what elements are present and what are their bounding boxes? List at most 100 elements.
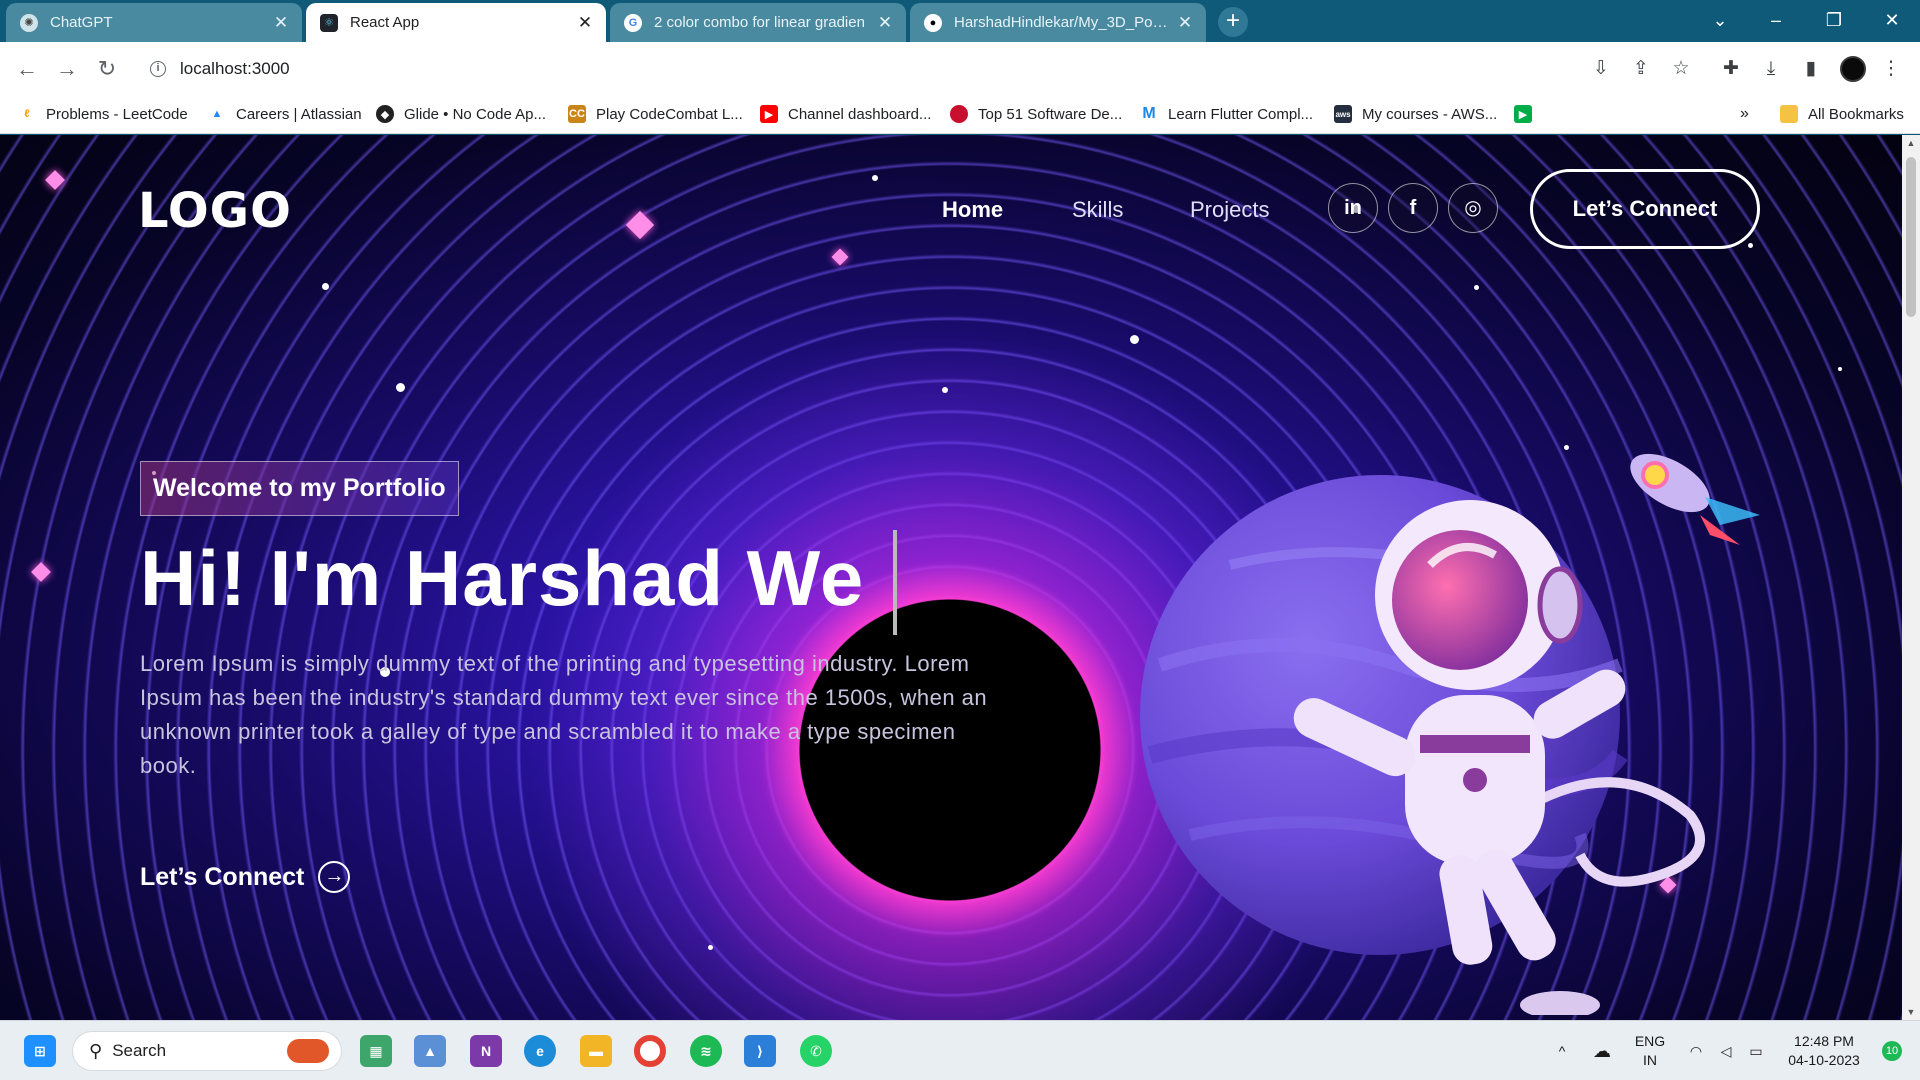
new-tab-button[interactable]: + (1218, 7, 1248, 37)
widgets-icon[interactable]: ▦ (360, 1035, 392, 1067)
whatsapp-icon[interactable]: ✆ (800, 1035, 832, 1067)
bookmark-youtube[interactable]: ▶ Channel dashboard... (760, 105, 931, 123)
tray-overflow-icon[interactable]: ^ (1550, 1021, 1574, 1080)
atlassian-icon: ▲ (208, 105, 226, 123)
site-info-icon[interactable]: i (150, 61, 166, 77)
sparkle-decoration (625, 210, 655, 240)
edge-icon[interactable]: e (524, 1035, 556, 1067)
scroll-down-icon[interactable]: ▼ (1906, 1007, 1916, 1017)
tab-search-icon[interactable]: ⌄ (1692, 0, 1748, 42)
red-circle-icon (950, 105, 968, 123)
time-text: 12:48 PM (1794, 1033, 1854, 1049)
bookmark-software[interactable]: Top 51 Software De... (950, 105, 1122, 123)
restore-button[interactable]: ❐ (1806, 0, 1862, 42)
share-icon[interactable]: ⇪ (1626, 54, 1656, 84)
scrollbar-thumb[interactable] (1906, 157, 1916, 317)
nav-skills[interactable]: Skills (1072, 197, 1123, 223)
bookmark-label: Learn Flutter Compl... (1168, 105, 1314, 123)
all-bookmarks-folder[interactable]: All Bookmarks (1780, 105, 1904, 123)
vscode-icon[interactable]: ⟩ (744, 1035, 776, 1067)
site-logo[interactable]: LOGO (138, 183, 292, 239)
bookmark-flutter[interactable]: M Learn Flutter Compl... (1140, 105, 1313, 123)
taskbar-search[interactable]: ⚲ Search (72, 1031, 342, 1071)
address-bar[interactable]: i localhost:3000 (136, 50, 1586, 88)
side-panel-icon[interactable]: ▮ (1796, 54, 1826, 84)
linkedin-icon[interactable]: in (1328, 183, 1378, 233)
file-explorer-icon[interactable]: ▬ (580, 1035, 612, 1067)
sparkle-decoration (831, 248, 849, 266)
github-icon: ● (924, 13, 942, 32)
volume-icon[interactable]: ◁ (1714, 1021, 1738, 1080)
bookmark-aws[interactable]: aws My courses - AWS... (1334, 105, 1497, 123)
bookmark-label: Glide • No Code Ap... (404, 105, 546, 123)
windows-start-icon[interactable]: ⊞ (24, 1035, 56, 1067)
language-indicator[interactable]: ENG IN (1630, 1021, 1670, 1080)
onedrive-icon[interactable]: ☁ (1588, 1021, 1616, 1080)
battery-icon[interactable]: ▭ (1744, 1021, 1768, 1080)
notification-badge: 10 (1882, 1041, 1902, 1061)
scroll-up-icon[interactable]: ▲ (1906, 138, 1916, 148)
close-tab-icon[interactable]: ✕ (1176, 13, 1194, 33)
sparkle-decoration (31, 562, 51, 582)
close-tab-icon[interactable]: ✕ (576, 13, 594, 33)
profile-avatar[interactable] (1840, 56, 1866, 82)
leetcode-icon: ℓ (18, 105, 36, 123)
star-dot (1130, 335, 1139, 344)
bookmark-atlassian[interactable]: ▲ Careers | Atlassian (208, 105, 362, 123)
extensions-icon[interactable]: ✚ (1716, 54, 1746, 84)
close-window-button[interactable]: ✕ (1864, 0, 1920, 42)
tab-github[interactable]: ● HarshadHindlekar/My_3D_Portfo ✕ (910, 3, 1206, 42)
lets-connect-link[interactable]: Let’s Connect → (140, 861, 351, 893)
nav-home[interactable]: Home (942, 197, 1003, 223)
windows-taskbar: ⊞ ⚲ Search ▦ ▲ N e ▬ ≋ ⟩ ✆ ^ ☁ ENG IN ◠ … (0, 1020, 1920, 1080)
notification-center[interactable]: 10 (1872, 1021, 1912, 1080)
bookmark-codecombat[interactable]: CC Play CodeCombat L... (568, 105, 743, 123)
bookmark-meet[interactable]: ▶ (1514, 105, 1542, 123)
bookmark-leetcode[interactable]: ℓ Problems - LeetCode (18, 105, 188, 123)
downloads-icon[interactable]: ⤓ (1756, 54, 1786, 84)
reload-button[interactable]: ↻ (92, 54, 122, 84)
chrome-icon[interactable] (634, 1035, 666, 1067)
facebook-icon[interactable]: f (1388, 183, 1438, 233)
bookmark-star-icon[interactable]: ☆ (1666, 54, 1696, 84)
youtube-icon: ▶ (760, 105, 778, 123)
language-code: ENG (1634, 1033, 1666, 1049)
star-dot (1748, 243, 1753, 248)
react-icon: ⚛ (320, 13, 338, 32)
hero-description: Lorem Ipsum is simply dummy text of the … (140, 651, 988, 778)
lets-connect-button[interactable]: Let’s Connect (1530, 169, 1760, 249)
tab-chatgpt[interactable]: ✺ ChatGPT ✕ (6, 3, 302, 42)
instagram-icon[interactable]: ◎ (1448, 183, 1498, 233)
more-bookmarks-button[interactable]: » (1740, 105, 1749, 123)
region-code: IN (1643, 1052, 1657, 1068)
close-tab-icon[interactable]: ✕ (876, 13, 894, 33)
close-tab-icon[interactable]: ✕ (272, 13, 290, 33)
nav-projects[interactable]: Projects (1190, 197, 1269, 223)
search-label: Search (112, 1041, 167, 1060)
bookmark-glide[interactable]: ◆ Glide • No Code Ap... (376, 105, 546, 123)
tab-google-search[interactable]: G 2 color combo for linear gradien ✕ (610, 3, 906, 42)
bookmark-label: All Bookmarks (1808, 105, 1904, 123)
url-text: localhost:3000 (180, 59, 290, 78)
minimize-button[interactable]: – (1748, 0, 1804, 42)
codecombat-icon: CC (568, 105, 586, 123)
star-dot (396, 383, 405, 392)
spotify-icon[interactable]: ≋ (690, 1035, 722, 1067)
chatgpt-icon: ✺ (20, 13, 38, 32)
onenote-icon[interactable]: N (470, 1035, 502, 1067)
wifi-icon[interactable]: ◠ (1684, 1021, 1708, 1080)
page-scrollbar[interactable]: ▲ ▼ (1902, 135, 1920, 1020)
astronaut-illustration (1140, 453, 1760, 1015)
cta-label: Let’s Connect (140, 862, 305, 891)
tab-react-app[interactable]: ⚛ React App ✕ (306, 3, 606, 42)
back-button[interactable]: ← (12, 54, 42, 84)
google-meet-icon: ▶ (1514, 105, 1532, 123)
search-highlight-icon (287, 1039, 329, 1063)
install-icon[interactable]: ⇩ (1586, 54, 1616, 84)
bookmark-label: My courses - AWS... (1362, 105, 1498, 123)
clock[interactable]: 12:48 PM 04-10-2023 (1778, 1021, 1870, 1080)
star-dot (1838, 367, 1842, 371)
photos-icon[interactable]: ▲ (414, 1035, 446, 1067)
forward-button[interactable]: → (52, 54, 82, 84)
menu-icon[interactable]: ⋮ (1876, 54, 1906, 84)
